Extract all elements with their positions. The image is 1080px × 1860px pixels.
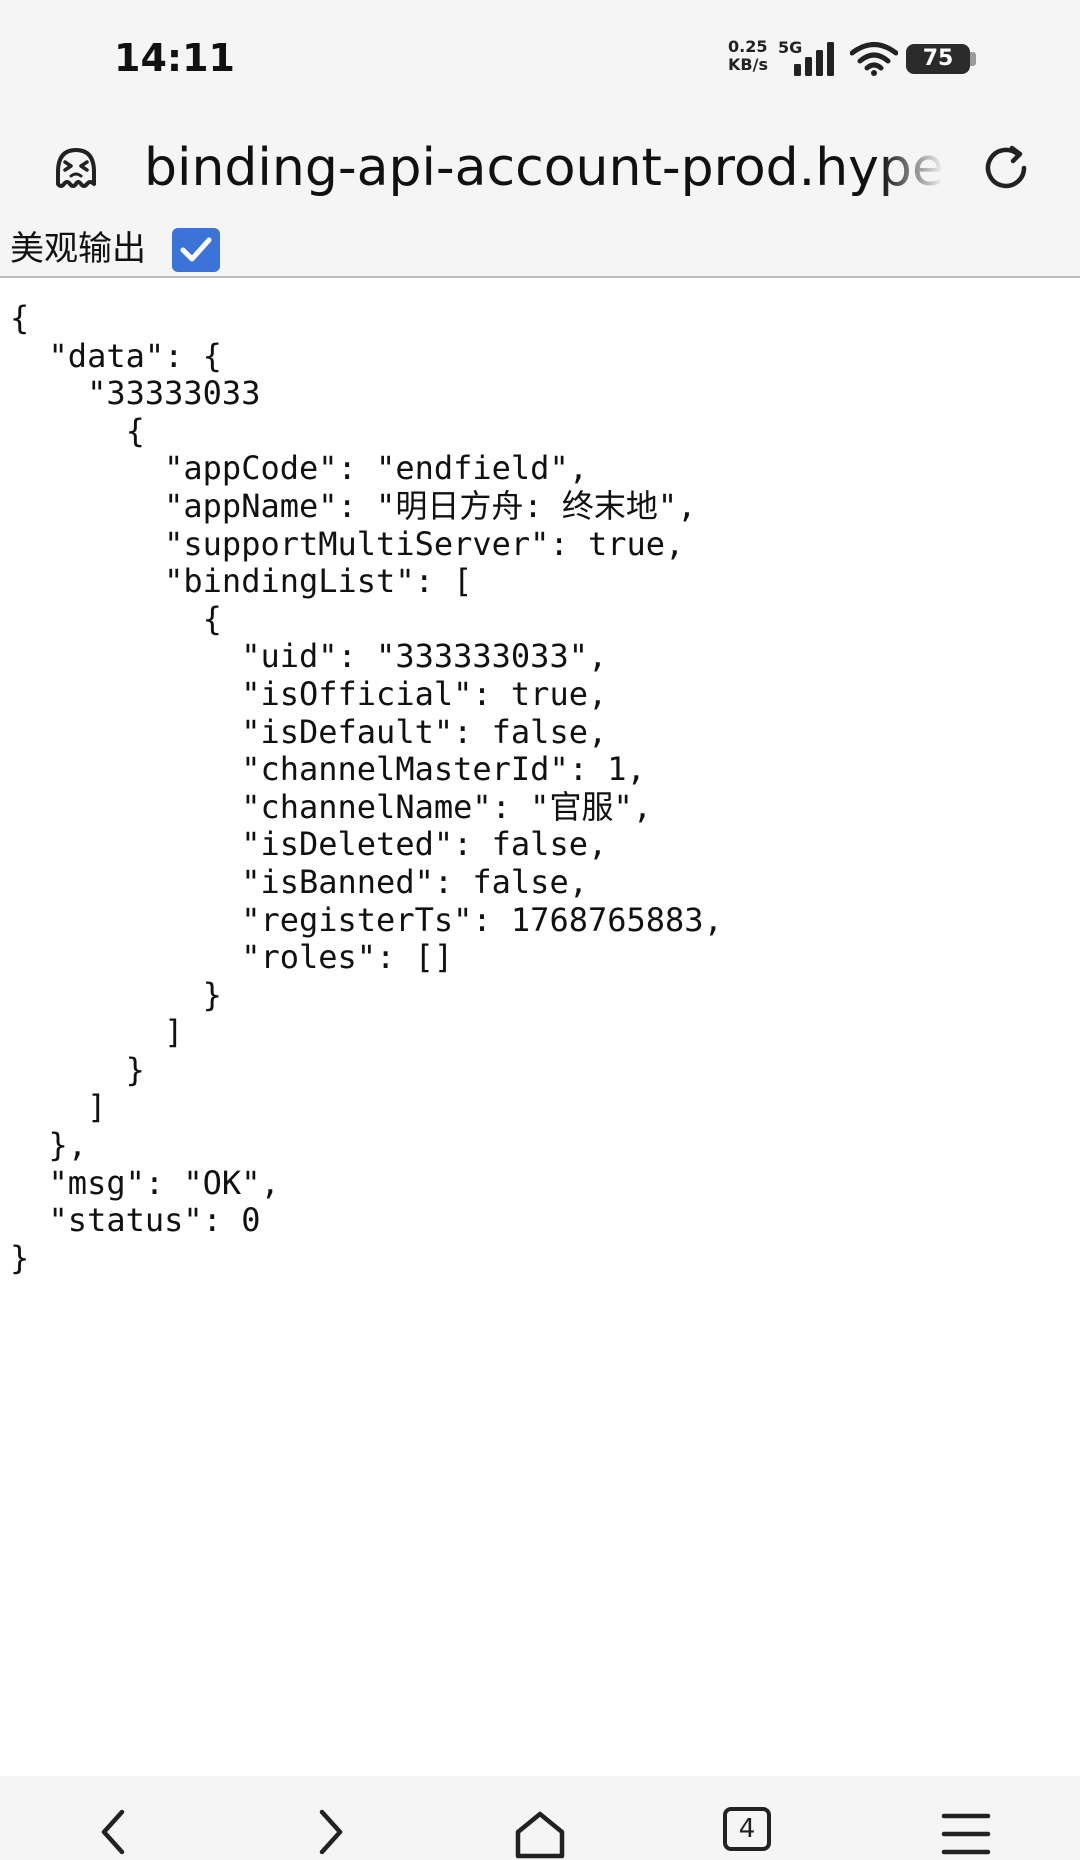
status-bar: 14:11 0.25 KB/s 5G 75 xyxy=(0,0,1080,116)
json-line: "33333033 xyxy=(10,374,261,413)
json-line: "roles": [] xyxy=(10,938,454,977)
pretty-print-bar: 美观输出 xyxy=(0,220,1080,278)
signal-icon xyxy=(794,42,834,76)
json-line: "isDefault": false, xyxy=(10,712,608,751)
json-line: } xyxy=(10,975,222,1014)
json-line: "isBanned": false, xyxy=(10,862,588,901)
tabs-icon[interactable]: 4 xyxy=(722,1806,782,1860)
json-line: }, xyxy=(10,1126,88,1165)
json-line: { xyxy=(10,411,145,450)
json-line: { xyxy=(10,599,222,638)
json-viewer: { "data": { "33333033 { "appCode": "endf… xyxy=(10,300,1070,1760)
json-line: } xyxy=(10,1238,30,1277)
url-fade xyxy=(880,136,944,200)
json-line: "appCode": "endfield", xyxy=(10,449,588,488)
checkmark-icon xyxy=(180,237,212,262)
chevron-left-icon[interactable] xyxy=(86,1806,146,1860)
json-line: "registerTs": 1768765883, xyxy=(10,900,723,939)
json-line: "isDeleted": false, xyxy=(10,825,608,864)
json-line: "appName": "明日方舟: 终末地", xyxy=(10,486,697,525)
json-line: "channelMasterId": 1, xyxy=(10,750,646,789)
battery-tip xyxy=(970,52,976,66)
json-line: "data": { xyxy=(10,336,222,375)
json-line: "isOfficial": true, xyxy=(10,674,608,713)
json-line: ] xyxy=(10,1013,184,1052)
browser-screen: 14:11 0.25 KB/s 5G 75 binding-api-accoun… xyxy=(0,0,1080,1860)
json-line: "bindingList": [ xyxy=(10,562,473,601)
json-line: "supportMultiServer": true, xyxy=(10,524,685,563)
json-line: } xyxy=(10,1050,145,1089)
json-line: "channelName": "官服", xyxy=(10,787,652,826)
battery-icon: 75 xyxy=(906,44,970,74)
ghost-face-icon[interactable] xyxy=(50,142,102,194)
json-line: "uid": "333333033", xyxy=(10,637,608,676)
json-line: ] xyxy=(10,1088,107,1127)
tab-count: 4 xyxy=(738,1814,756,1844)
address-bar: binding-api-account-prod.hyper xyxy=(0,116,1080,220)
status-time: 14:11 xyxy=(114,36,235,80)
url-display[interactable]: binding-api-account-prod.hyper xyxy=(144,136,944,200)
home-icon[interactable] xyxy=(510,1806,570,1860)
hamburger-menu-icon[interactable] xyxy=(936,1806,996,1860)
wifi-icon xyxy=(850,42,898,76)
reload-icon[interactable] xyxy=(980,142,1032,194)
bottom-navigation-bar: 4 xyxy=(0,1776,1080,1860)
json-line: "msg": "OK", xyxy=(10,1163,280,1202)
json-line: "status": 0 xyxy=(10,1201,261,1240)
json-line: { xyxy=(10,300,30,337)
pretty-print-label: 美观输出 xyxy=(10,229,146,269)
pretty-print-checkbox[interactable] xyxy=(172,228,220,272)
battery-level: 75 xyxy=(922,46,954,71)
network-speed: 0.25 KB/s xyxy=(728,37,768,74)
chevron-right-icon[interactable] xyxy=(300,1806,360,1860)
